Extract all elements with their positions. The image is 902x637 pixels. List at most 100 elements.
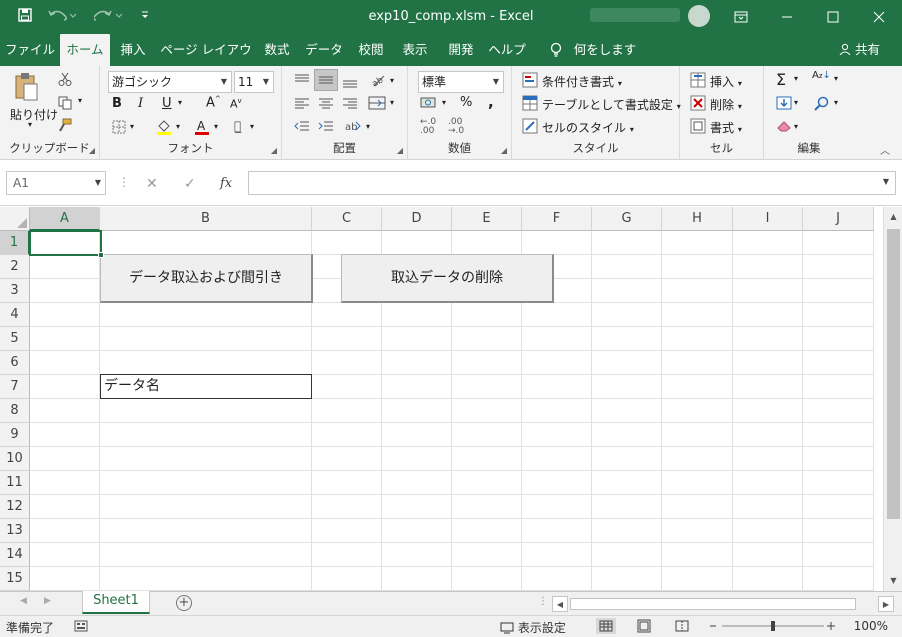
column-header-b[interactable]: B bbox=[100, 207, 312, 231]
percent-style-button[interactable]: % bbox=[460, 95, 472, 110]
worksheet-grid[interactable]: ABCDEFGHIJ 1 2 3 4 5 6 7 8 9 10 11 12 13 14 15 データ取込およ… bbox=[0, 207, 902, 591]
italic-button[interactable]: I bbox=[138, 96, 143, 111]
row-header-1[interactable]: 1 bbox=[0, 231, 30, 255]
row-header-2[interactable]: 2 bbox=[0, 255, 30, 279]
tab-file[interactable]: ファイル bbox=[4, 34, 56, 66]
cut-icon[interactable] bbox=[58, 72, 72, 86]
row-header-11[interactable]: 11 bbox=[0, 471, 30, 495]
number-launcher-icon[interactable]: ◢ bbox=[501, 146, 507, 155]
add-sheet-icon[interactable]: + bbox=[176, 595, 192, 611]
delete-data-button[interactable]: 取込データの削除 bbox=[341, 254, 554, 303]
format-painter-icon[interactable] bbox=[58, 118, 72, 132]
increase-decimal-icon[interactable]: ←.0.00 bbox=[420, 118, 436, 136]
page-layout-view-button[interactable] bbox=[634, 618, 654, 634]
next-sheet-icon[interactable]: ▶ bbox=[44, 596, 51, 606]
font-size-dropdown[interactable]: 11 ▼ bbox=[234, 71, 274, 93]
display-settings-button[interactable]: 表示設定 bbox=[500, 619, 566, 636]
tab-view[interactable]: 表示 bbox=[396, 34, 434, 66]
scroll-right-icon[interactable]: ▶ bbox=[878, 596, 894, 612]
row-header-12[interactable]: 12 bbox=[0, 495, 30, 519]
borders-dropdown-icon[interactable]: ▾ bbox=[130, 122, 134, 131]
horizontal-scrollbar[interactable]: ◀ ▶ bbox=[552, 596, 894, 612]
comma-style-button[interactable]: , bbox=[488, 93, 494, 111]
row-header-7[interactable]: 7 bbox=[0, 375, 30, 399]
phonetic-dropdown-icon[interactable]: ▾ bbox=[250, 122, 254, 131]
decrease-indent-icon[interactable] bbox=[294, 120, 310, 134]
paste-dropdown-icon[interactable]: ▾ bbox=[28, 120, 32, 129]
share-button[interactable]: 共有 bbox=[839, 34, 880, 66]
fill-color-dropdown-icon[interactable]: ▾ bbox=[176, 122, 180, 131]
autosum-dropdown-icon[interactable]: ▾ bbox=[794, 74, 798, 83]
prev-sheet-icon[interactable]: ◀ bbox=[20, 596, 27, 606]
tell-me-search[interactable]: 何をしますか bbox=[570, 34, 640, 89]
orientation-text-icon[interactable]: ab bbox=[344, 118, 362, 134]
vertical-scrollbar[interactable]: ▲ ▼ bbox=[883, 207, 902, 591]
insert-function-button[interactable]: fx bbox=[220, 176, 232, 191]
row-header-9[interactable]: 9 bbox=[0, 423, 30, 447]
tab-help[interactable]: ヘルプ bbox=[486, 34, 528, 66]
column-header-g[interactable]: G bbox=[592, 207, 662, 231]
maximize-button[interactable] bbox=[810, 0, 856, 34]
sort-dropdown-icon[interactable]: ▾ bbox=[834, 74, 838, 83]
underline-button[interactable]: U bbox=[162, 96, 172, 111]
zoom-level[interactable]: 100% bbox=[854, 619, 888, 633]
borders-icon[interactable] bbox=[112, 120, 126, 134]
font-color-icon[interactable]: A bbox=[194, 118, 210, 136]
tab-data[interactable]: データ bbox=[302, 34, 346, 66]
select-all-corner[interactable] bbox=[0, 207, 30, 231]
page-break-view-button[interactable] bbox=[672, 618, 692, 634]
import-data-button[interactable]: データ取込および間引き bbox=[100, 254, 313, 303]
accounting-dropdown-icon[interactable]: ▾ bbox=[442, 98, 446, 107]
fill-handle[interactable] bbox=[98, 252, 104, 258]
column-header-d[interactable]: D bbox=[382, 207, 452, 231]
user-name-blurred[interactable] bbox=[590, 8, 680, 22]
row-header-3[interactable]: 3 bbox=[0, 279, 30, 303]
clear-dropdown-icon[interactable]: ▾ bbox=[794, 122, 798, 131]
column-header-j[interactable]: J bbox=[803, 207, 874, 231]
macro-record-icon[interactable] bbox=[74, 619, 88, 636]
underline-dropdown-icon[interactable]: ▾ bbox=[178, 98, 182, 107]
decrease-decimal-icon[interactable]: .00 →.0 bbox=[448, 118, 464, 136]
row-header-6[interactable]: 6 bbox=[0, 351, 30, 375]
align-top-icon[interactable] bbox=[294, 74, 310, 88]
align-left-icon[interactable] bbox=[294, 98, 310, 110]
number-format-dropdown[interactable]: 標準 ▼ bbox=[418, 71, 504, 93]
column-header-a[interactable]: A bbox=[30, 207, 100, 231]
name-box[interactable]: A1 ▼ bbox=[6, 171, 106, 195]
horizontal-scroll-thumb[interactable] bbox=[570, 598, 856, 610]
column-header-i[interactable]: I bbox=[733, 207, 803, 231]
copy-dropdown-icon[interactable]: ▾ bbox=[78, 96, 82, 105]
row-header-10[interactable]: 10 bbox=[0, 447, 30, 471]
minimize-button[interactable] bbox=[764, 0, 810, 34]
paste-icon[interactable] bbox=[14, 72, 40, 102]
align-right-icon[interactable] bbox=[342, 98, 358, 110]
copy-icon[interactable] bbox=[58, 96, 72, 110]
normal-view-button[interactable] bbox=[596, 618, 616, 634]
expand-formula-bar-icon[interactable]: ▼ bbox=[883, 177, 889, 186]
tab-developer[interactable]: 開発 bbox=[442, 34, 480, 66]
row-header-4[interactable]: 4 bbox=[0, 303, 30, 327]
find-select-icon[interactable] bbox=[814, 96, 830, 112]
column-header-f[interactable]: F bbox=[522, 207, 592, 231]
tab-insert[interactable]: 挿入 bbox=[114, 34, 152, 66]
fill-dropdown-icon[interactable]: ▾ bbox=[794, 98, 798, 107]
paste-button[interactable]: 貼り付け bbox=[10, 106, 58, 123]
bold-button[interactable]: B bbox=[112, 96, 122, 111]
align-center-icon[interactable] bbox=[318, 98, 334, 110]
tab-split-handle-icon[interactable]: ⋮ bbox=[538, 596, 548, 607]
scroll-left-icon[interactable]: ◀ bbox=[552, 596, 568, 612]
column-header-c[interactable]: C bbox=[312, 207, 382, 231]
phonetic-guide-icon[interactable]: ｚ̲ bbox=[234, 119, 241, 133]
increase-indent-icon[interactable] bbox=[318, 120, 334, 134]
row-header-5[interactable]: 5 bbox=[0, 327, 30, 351]
font-name-dropdown[interactable]: 游ゴシック ▼ bbox=[108, 71, 232, 93]
font-color-dropdown-icon[interactable]: ▾ bbox=[214, 122, 218, 131]
conditional-formatting-button[interactable]: 条件付き書式 ▾ bbox=[542, 73, 622, 90]
find-dropdown-icon[interactable]: ▾ bbox=[834, 98, 838, 107]
scroll-down-icon[interactable]: ▼ bbox=[884, 573, 902, 589]
scroll-up-icon[interactable]: ▲ bbox=[884, 209, 902, 225]
orientation-icon[interactable]: ab bbox=[370, 72, 386, 88]
data-name-label[interactable]: データ名 bbox=[100, 374, 312, 399]
align-middle-button[interactable] bbox=[314, 69, 338, 91]
align-bottom-icon[interactable] bbox=[342, 74, 358, 88]
